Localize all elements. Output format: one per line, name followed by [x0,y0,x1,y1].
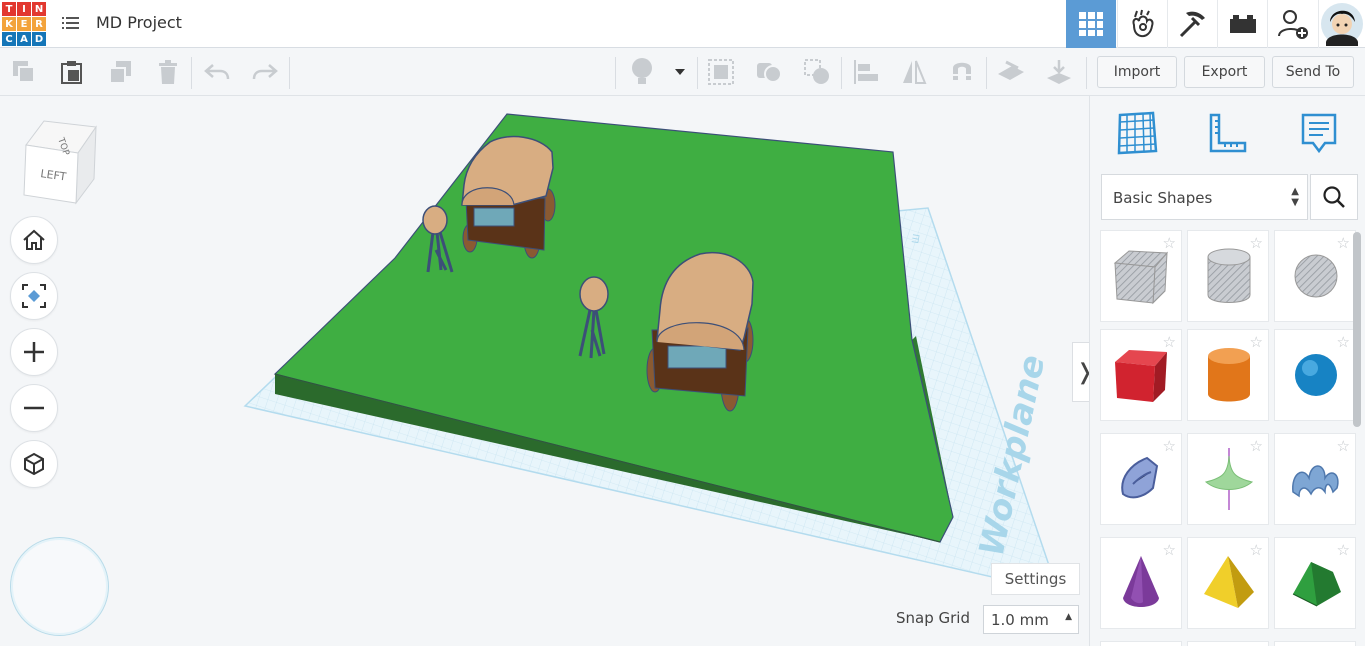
tinkercad-app: T I N K E R C A D MD Project Import Expo… [0,0,1365,646]
hole-icon[interactable] [801,57,833,87]
shape-box-hole[interactable]: ☆ [1100,230,1182,322]
redo-icon[interactable] [249,57,281,87]
logo-letter: K [2,17,16,31]
brick-icon[interactable] [1217,0,1267,48]
paste-icon[interactable] [56,57,88,87]
pickaxe-icon[interactable] [1167,0,1217,48]
avatar-icon[interactable] [1318,0,1365,48]
workplane-grid-icon[interactable] [1112,108,1162,158]
ungroup-icon[interactable] [753,57,785,87]
grid-3d-icon[interactable] [1066,0,1116,48]
ortho-icon[interactable] [10,440,58,488]
project-title[interactable]: MD Project [96,13,182,32]
ruler-icon[interactable] [1202,108,1252,158]
magnet-icon[interactable] [946,57,978,87]
shape-category-select[interactable]: Basic Shapes ▲ ▼ [1101,174,1308,220]
logo-letter: E [17,17,31,31]
snap-grid-select[interactable]: 1.0 mm ▲ [983,605,1079,634]
shape-tile-partial[interactable] [1187,641,1269,646]
home-icon[interactable] [10,216,58,264]
logo-letter: D [32,32,46,46]
logo-letter: A [17,32,31,46]
workplane-canvas[interactable]: Workplane Ш [0,96,1089,646]
shape-tile-partial[interactable] [1100,641,1182,646]
shape-pyramid[interactable]: ☆ [1187,537,1269,629]
shape-roof[interactable]: ☆ [1274,537,1356,629]
tinkercad-logo[interactable]: T I N K E R C A D [2,2,46,46]
workplane-mark: Ш [911,233,923,244]
edit-toolbar: Import Export Send To [0,49,1365,96]
shape-paraboloid[interactable]: ☆ [1187,433,1269,525]
export-button[interactable]: Export [1184,56,1265,88]
shapes-panel: Basic Shapes ▲ ▼ ☆ ☆ ☆ ☆ ☆ ☆ ☆ ☆ ☆ ☆ ☆ ☆ [1089,96,1365,646]
snap-grid-label: Snap Grid [896,609,970,627]
scene-svg: Workplane Ш [243,113,1060,594]
import-button[interactable]: Import [1097,56,1177,88]
shape-sphere-hole[interactable]: ☆ [1274,230,1356,322]
updown-icon: ▲ ▼ [1291,186,1299,208]
logo-letter: I [17,2,31,16]
shape-box[interactable]: ☆ [1100,329,1182,421]
copy-icon[interactable] [8,57,40,87]
shape-scribble[interactable]: ☆ [1100,433,1182,525]
view-cube[interactable]: TOP LEFT [20,117,100,207]
fit-icon[interactable] [10,272,58,320]
duplicate-icon[interactable] [104,57,136,87]
shape-cone[interactable]: ☆ [1100,537,1182,629]
workplane-icon[interactable] [995,57,1027,87]
light-icon[interactable] [626,57,658,87]
logo-letter: N [32,2,46,16]
caret-up-icon: ▲ [1065,612,1072,622]
drop-icon[interactable] [1043,57,1075,87]
dropdown-icon[interactable] [666,57,694,87]
zoom-in-icon[interactable] [10,328,58,376]
top-bar: T I N K E R C A D MD Project [0,0,1365,48]
logo-letter: T [2,2,16,16]
mirror-icon[interactable] [898,57,930,87]
shape-sphere[interactable]: ☆ [1274,329,1356,421]
delete-icon[interactable] [152,57,184,87]
logo-letter: C [2,32,16,46]
list-icon[interactable] [62,14,80,32]
send-to-button[interactable]: Send To [1272,56,1354,88]
shape-category-value: Basic Shapes [1113,189,1213,207]
notes-icon[interactable] [1294,108,1344,158]
shape-tile-partial[interactable] [1274,641,1356,646]
snap-grid-value: 1.0 mm [991,611,1049,629]
shape-cylinder-hole[interactable]: ☆ [1187,230,1269,322]
play-hand-icon[interactable] [1117,0,1167,48]
settings-button[interactable]: Settings [991,563,1080,595]
zoom-out-icon[interactable] [10,384,58,432]
search-icon[interactable] [1310,174,1358,220]
align-icon[interactable] [850,57,882,87]
shape-text[interactable]: ☆ [1274,433,1356,525]
add-user-icon[interactable] [1267,0,1317,48]
orbit-control[interactable] [10,537,109,636]
logo-letter: R [32,17,46,31]
panel-scrollbar[interactable] [1353,232,1361,427]
group-icon[interactable] [705,57,737,87]
wagon-1[interactable] [461,135,556,259]
shape-cylinder[interactable]: ☆ [1187,329,1269,421]
undo-icon[interactable] [201,57,233,87]
